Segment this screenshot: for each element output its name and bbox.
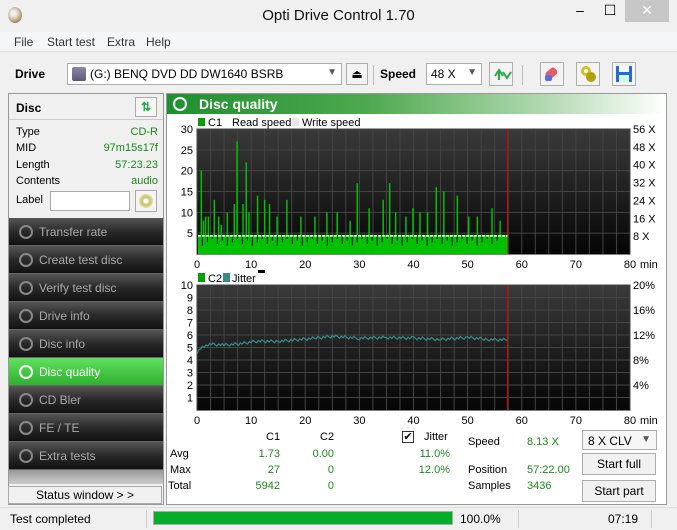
y-tick-label: 9 (187, 293, 193, 305)
x-tick-label: 80 (624, 259, 636, 271)
y2-tick-label: 8% (633, 355, 649, 367)
charts-svg: C1 Read speed Write speed 510152025300 10… (181, 117, 658, 427)
y-tick-label: 5 (187, 228, 193, 240)
x-axis-unit: min (640, 259, 658, 271)
y2-tick-label: 20% (633, 280, 655, 292)
y2-tick-label: 32 X (633, 178, 656, 190)
jitter-checkbox[interactable]: ✔ (402, 431, 414, 443)
y-tick-label: 10 (181, 280, 193, 292)
legend-marker (258, 270, 265, 273)
col-c1: C1 (266, 431, 281, 443)
progress-fill (154, 512, 452, 524)
c2-legend-label: C2 (208, 273, 222, 285)
x-tick-label: 70 (570, 415, 582, 427)
c1-legend-swatch (198, 118, 205, 126)
write-speed-legend-label: Write speed (302, 117, 361, 129)
samples-value: 3436 (527, 480, 552, 492)
y2-tick-label: 56 X (633, 124, 656, 136)
write-speed-legend-swatch (292, 118, 299, 126)
x-tick-label: 30 (353, 415, 365, 427)
row-max-label: Max (170, 464, 191, 476)
test-speed-value: 8 X CLV (588, 434, 632, 448)
y2-tick-label: 40 X (633, 160, 656, 172)
y-tick-label: 6 (187, 330, 193, 342)
total-c1: 5942 (255, 480, 280, 492)
y-tick-label: 3 (187, 368, 193, 380)
max-c1: 27 (267, 464, 280, 476)
total-c2: 0 (327, 480, 334, 492)
elapsed-time: 07:19 (608, 512, 639, 526)
y-tick-label: 8 (187, 305, 193, 317)
jitter-chart: 123456789100 10 20 30 40 50 60 70 80 min4%8%12%16… (181, 280, 658, 427)
x-tick-label: 70 (570, 259, 582, 271)
avg-c1: 1.73 (258, 448, 280, 460)
y-tick-label: 5 (187, 343, 193, 355)
x-axis-unit: min (640, 415, 658, 427)
y-tick-label: 25 (181, 145, 193, 157)
jitter-legend-swatch (223, 273, 230, 282)
y-tick-label: 30 (181, 124, 193, 136)
c2-legend-swatch (198, 273, 205, 282)
x-tick-label: 50 (462, 259, 474, 271)
y-tick-label: 2 (187, 380, 193, 392)
speed-stat-label: Speed (468, 436, 500, 448)
progress-percent: 100.0% (460, 512, 501, 526)
position-label: Position (468, 464, 508, 476)
start-part-button[interactable]: Start part (582, 480, 656, 502)
position-value: 57:22.00 (527, 464, 570, 476)
y-tick-label: 7 (187, 318, 193, 330)
speed-stat-value: 8.13 X (527, 436, 559, 448)
max-c2: 0 (327, 464, 334, 476)
row-total-label: Total (168, 480, 192, 492)
y-tick-label: 15 (181, 187, 193, 199)
y2-tick-label: 16 X (633, 213, 656, 225)
x-tick-label: 40 (407, 259, 419, 271)
y2-tick-label: 16% (633, 305, 655, 317)
start-full-button[interactable]: Start full (582, 453, 656, 475)
x-tick-label: 40 (407, 415, 419, 427)
x-tick-label: 0 (194, 415, 200, 427)
status-divider (518, 510, 519, 528)
y2-tick-label: 48 X (633, 142, 656, 154)
status-bar: Test completed 100.0% 07:19 (0, 507, 677, 530)
col-jitter: Jitter (424, 431, 448, 443)
col-c2: C2 (320, 431, 335, 443)
samples-label: Samples (468, 480, 511, 492)
status-divider (146, 510, 147, 528)
progress-bar (153, 511, 453, 525)
x-tick-label: 60 (516, 415, 528, 427)
max-jitter: 12.0% (418, 464, 450, 476)
avg-jitter: 11.0% (419, 448, 450, 460)
row-avg-label: Avg (170, 448, 189, 460)
x-tick-label: 60 (516, 259, 528, 271)
x-tick-label: 20 (299, 259, 311, 271)
x-tick-label: 0 (194, 259, 200, 271)
x-tick-label: 30 (353, 259, 365, 271)
y-tick-label: 4 (187, 355, 193, 367)
y2-tick-label: 4% (633, 380, 649, 392)
y-tick-label: 10 (181, 207, 193, 219)
test-speed-select[interactable]: 8 X CLV ▼ (582, 430, 657, 450)
y2-tick-label: 12% (633, 330, 655, 342)
x-tick-label: 80 (624, 415, 636, 427)
y-tick-label: 1 (187, 393, 193, 405)
c1-legend-label: C1 (208, 117, 222, 129)
c1-chart: 5 10 15 20 25 30 0 10 20 30 40 50 60 70 80 min 8 X 16 X 24… (181, 124, 658, 271)
status-divider (651, 510, 652, 528)
x-tick-label: 50 (462, 415, 474, 427)
x-tick-label: 20 (299, 415, 311, 427)
avg-c2: 0.00 (312, 448, 334, 460)
jitter-legend-label: Jitter (232, 273, 256, 285)
x-tick-label: 10 (245, 259, 257, 271)
y2-tick-label: 24 X (633, 195, 656, 207)
read-speed-legend-label: Read speed (232, 117, 291, 129)
status-text: Test completed (10, 512, 91, 526)
y-tick-label: 20 (181, 166, 193, 178)
chevron-down-icon: ▼ (641, 434, 651, 445)
y2-tick-label: 8 X (633, 231, 650, 243)
x-tick-label: 10 (245, 415, 257, 427)
